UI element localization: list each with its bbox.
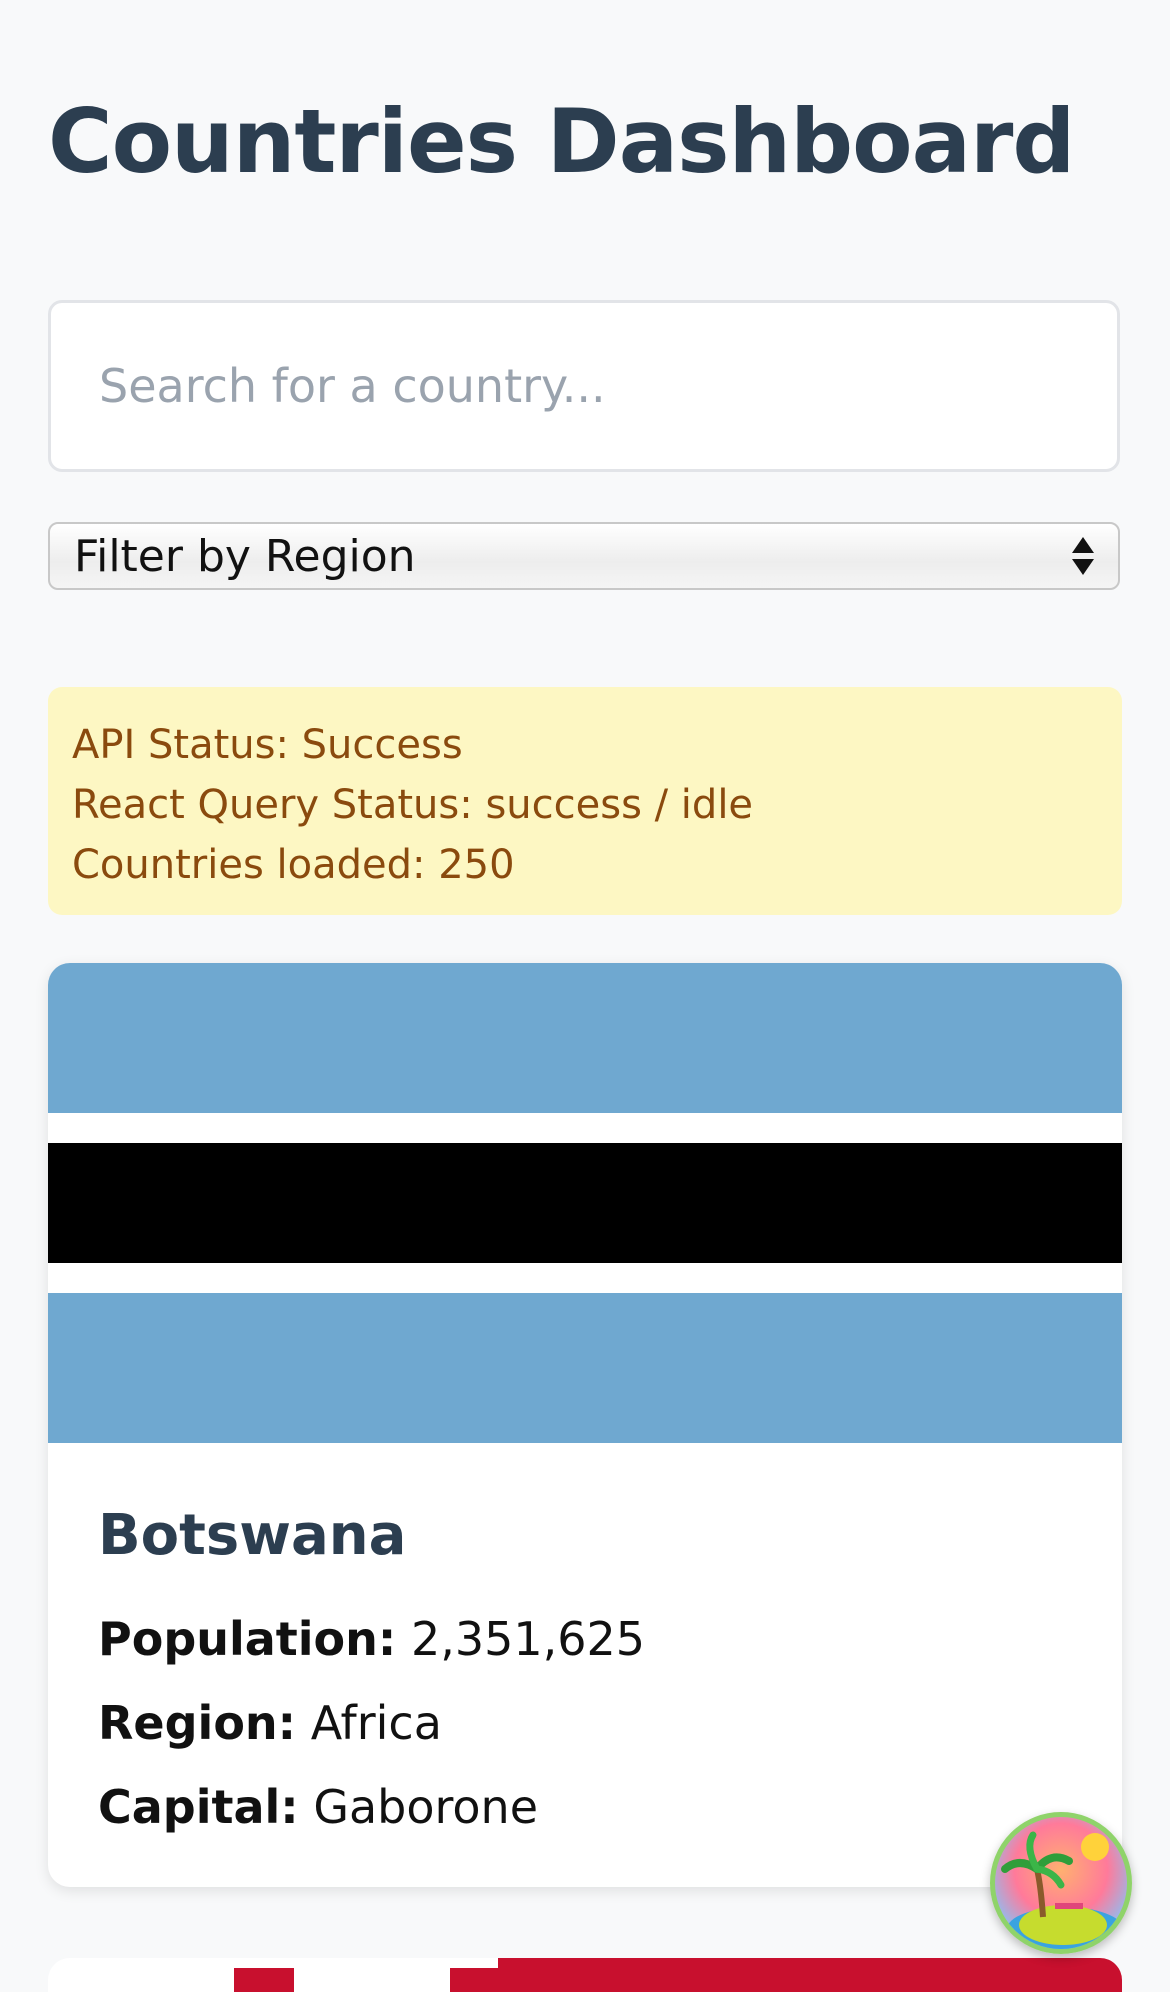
page: Countries Dashboard Filter by Region API… (0, 0, 1170, 1992)
country-flag (48, 963, 1122, 1443)
capital-label: Capital: (98, 1780, 299, 1834)
search-input[interactable] (48, 300, 1120, 472)
region-label: Region: (98, 1696, 297, 1750)
capital-row: Capital: Gaborone (98, 1780, 1072, 1834)
tropical-island-icon[interactable] (990, 1812, 1132, 1954)
country-card-body: Botswana Population: 2,351,625 Region: A… (48, 1443, 1122, 1834)
region-row: Region: Africa (98, 1696, 1072, 1750)
status-panel: API Status: Success React Query Status: … (48, 687, 1122, 915)
capital-value: Gaborone (313, 1780, 539, 1834)
region-filter-label: Filter by Region (74, 530, 416, 582)
region-value: Africa (310, 1696, 442, 1750)
next-flag-stripe (450, 1968, 498, 1992)
query-status-text: React Query Status: success / idle (72, 782, 754, 828)
island-graphic (1001, 1819, 1124, 1949)
select-arrows-icon (1072, 537, 1094, 575)
countries-loaded-text: Countries loaded: 250 (72, 842, 515, 888)
country-card-next[interactable] (48, 1958, 1122, 1992)
population-row: Population: 2,351,625 (98, 1612, 1072, 1666)
page-title: Countries Dashboard (48, 90, 1075, 193)
api-status-text: API Status: Success (72, 722, 463, 768)
next-flag-field (498, 1958, 1122, 1992)
country-card[interactable]: Botswana Population: 2,351,625 Region: A… (48, 963, 1122, 1887)
region-filter-select[interactable]: Filter by Region (48, 522, 1120, 590)
next-flag-stripe (234, 1968, 294, 1992)
population-value: 2,351,625 (410, 1612, 646, 1666)
population-label: Population: (98, 1612, 397, 1666)
country-name: Botswana (98, 1503, 407, 1568)
